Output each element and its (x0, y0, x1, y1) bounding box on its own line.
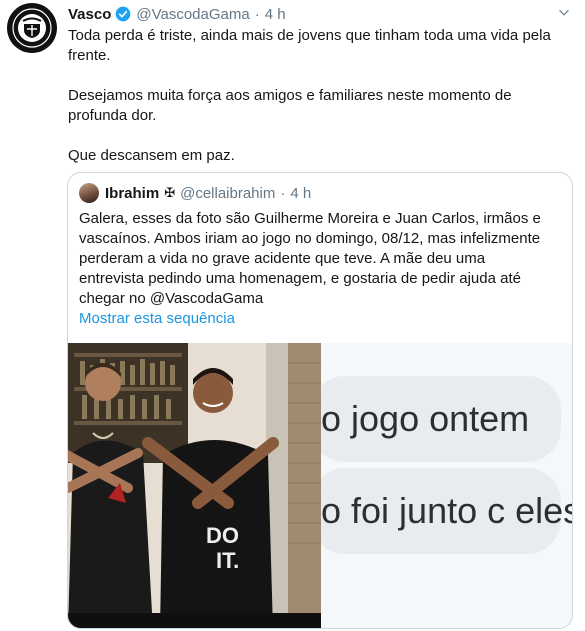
shirt-print: DO (206, 523, 239, 548)
show-thread-link[interactable]: Mostrar esta sequência (79, 309, 235, 329)
brothers-photo-illustration: DO IT. (68, 343, 321, 628)
chat-screenshot[interactable]: o jogo ontem o foi junto c eles (321, 343, 572, 628)
chat-bubble: o foi junto c eles (321, 468, 572, 554)
separator-dot: · (254, 5, 260, 23)
quoted-tweet-text: Galera, esses da foto são Guilherme More… (79, 210, 541, 307)
separator-dot: · (280, 184, 286, 202)
tweet-paragraph: Toda perda é triste, ainda mais de joven… (68, 27, 551, 64)
brothers-photo[interactable]: DO IT. (68, 343, 321, 628)
quoted-author-handle: @cellaibrahim (180, 184, 276, 202)
quoted-author-name: Ibrahim (105, 184, 160, 202)
vasco-crest-icon (10, 6, 54, 50)
author-handle[interactable]: @VascodaGama (136, 6, 249, 23)
quoted-tweet[interactable]: Ibrahim ✠ @cellaibrahim · 4 h Galera, es… (67, 172, 573, 629)
svg-text:IT.: IT. (216, 548, 239, 573)
author-name[interactable]: Vasco (68, 6, 111, 23)
tweet-paragraph: Desejamos muita força aos amigos e famil… (68, 87, 512, 124)
verified-badge-icon (116, 6, 131, 22)
quoted-timestamp: 4 h (290, 184, 312, 202)
chevron-down-icon[interactable] (557, 6, 571, 20)
tweet-header: Vasco @VascodaGama · 4 h (68, 4, 286, 24)
chat-bubble: o jogo ontem (321, 376, 561, 462)
tweet-timestamp[interactable]: 4 h (265, 6, 286, 23)
tweet-body: Toda perda é triste, ainda mais de joven… (68, 26, 573, 166)
quoted-tweet-header: Ibrahim ✠ @cellaibrahim · 4 h (79, 183, 311, 203)
author-avatar[interactable] (7, 3, 57, 53)
quoted-author-avatar (79, 183, 99, 203)
tweet-paragraph: Que descansem em paz. (68, 147, 235, 164)
cross-emoji: ✠ (164, 185, 176, 200)
